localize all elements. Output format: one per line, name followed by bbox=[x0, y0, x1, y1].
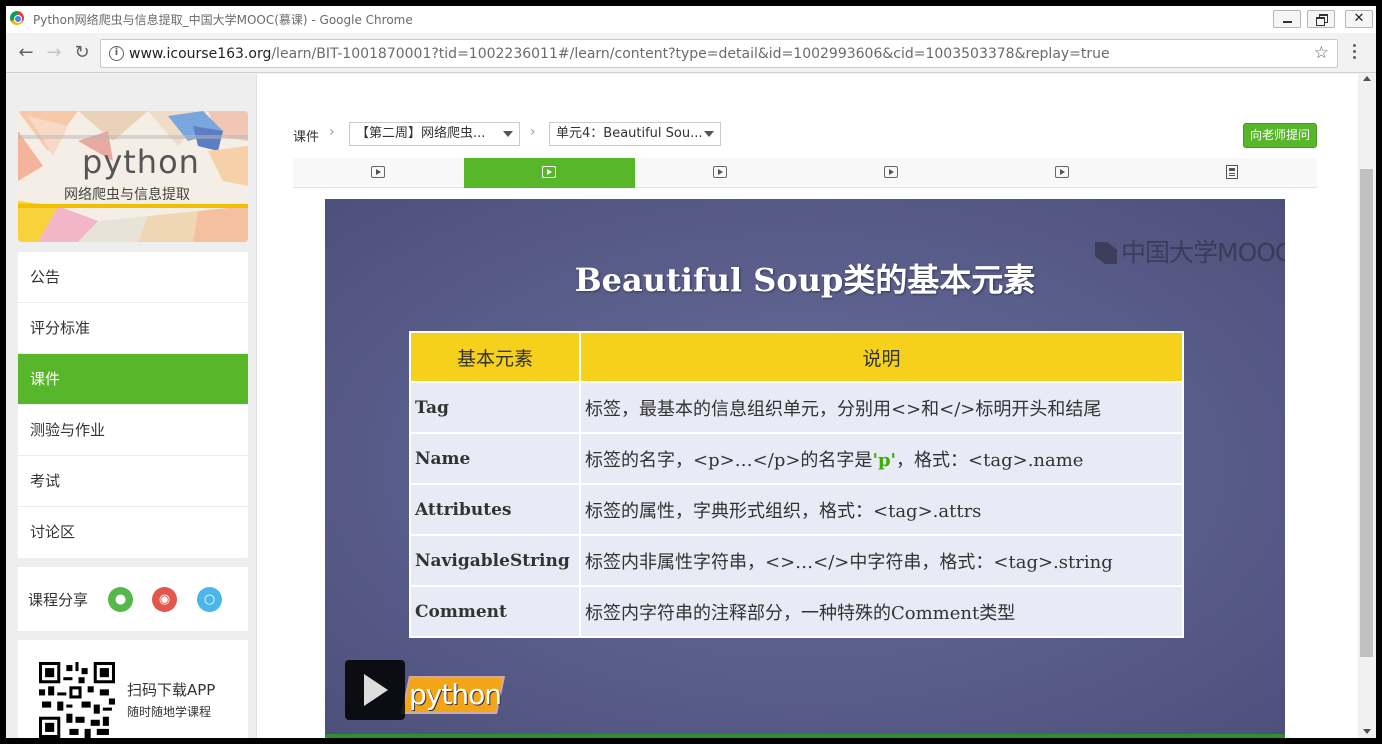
row-desc: 标签内字符串的注释部分，一种特殊的Comment类型 bbox=[579, 585, 1184, 638]
app-download-subtitle: 随时随地学课程 bbox=[127, 705, 212, 719]
app-download-title: 扫码下载APP bbox=[127, 681, 216, 699]
table-header-row: 基本元素 说明 bbox=[409, 331, 1184, 383]
table-header-key: 基本元素 bbox=[409, 331, 581, 383]
row-desc: 标签的属性，字典形式组织，格式：<tag>.attrs bbox=[579, 483, 1184, 536]
share-label: 课程分享 bbox=[28, 591, 89, 609]
wechat-icon[interactable]: ● bbox=[108, 587, 133, 612]
chrome-menu-icon[interactable] bbox=[1350, 44, 1358, 64]
page-scrollbar[interactable] bbox=[1358, 74, 1376, 738]
cover-subtitle: 网络爬虫与信息提取 bbox=[64, 187, 190, 203]
forward-button[interactable]: → bbox=[42, 41, 66, 65]
page-content: python 网络爬虫与信息提取 公告 评分标准 课件 测验与作业 考试 讨论区… bbox=[6, 74, 1358, 738]
video-icon bbox=[713, 166, 727, 178]
slide-title: Beautiful Soup类的基本元素 bbox=[574, 261, 1036, 299]
chevron-down-icon bbox=[704, 131, 714, 137]
table-header-desc: 说明 bbox=[579, 331, 1184, 383]
video-icon bbox=[1055, 166, 1069, 178]
tab-document[interactable] bbox=[1146, 158, 1317, 188]
scroll-up-icon[interactable] bbox=[1363, 76, 1371, 81]
url-host: www.icourse163.org bbox=[129, 46, 272, 62]
video-icon bbox=[371, 166, 385, 178]
app-download-panel: 扫码下载APP 随时随地学课程 bbox=[18, 640, 248, 738]
table-row: Name 标签的名字，<p>…</p>的名字是'p'，格式：<tag>.name bbox=[409, 432, 1184, 485]
breadcrumb-separator-icon: › bbox=[329, 124, 335, 140]
bookmark-star-icon[interactable]: ☆ bbox=[1314, 43, 1329, 63]
course-nav: 公告 评分标准 课件 测验与作业 考试 讨论区 bbox=[18, 252, 248, 558]
table-row: NavigableString 标签内非属性字符串，<>…</>中字符串，格式：… bbox=[409, 534, 1184, 587]
weibo-icon[interactable]: ◉ bbox=[152, 587, 177, 612]
play-icon[interactable] bbox=[345, 660, 405, 720]
course-sidebar: python 网络爬虫与信息提取 公告 评分标准 课件 测验与作业 考试 讨论区… bbox=[6, 74, 257, 738]
close-button[interactable]: ✕ bbox=[1345, 10, 1373, 28]
qr-code-icon[interactable] bbox=[39, 662, 115, 738]
minimize-button[interactable] bbox=[1273, 10, 1301, 28]
nav-item-discussion[interactable]: 讨论区 bbox=[18, 507, 248, 558]
python-logo: python bbox=[400, 676, 506, 714]
row-desc: 标签，最基本的信息组织单元，分别用<>和</>标明开头和结尾 bbox=[579, 381, 1184, 434]
nav-item-grading[interactable]: 评分标准 bbox=[18, 303, 248, 354]
restore-button[interactable] bbox=[1307, 10, 1335, 28]
reload-button[interactable]: ↻ bbox=[70, 41, 94, 65]
video-progress-bar[interactable] bbox=[325, 734, 1285, 738]
nav-item-courseware[interactable]: 课件 bbox=[18, 354, 248, 405]
tab-video-3[interactable] bbox=[635, 158, 806, 188]
address-bar[interactable]: i www.icourse163.org/learn/BIT-100187000… bbox=[100, 39, 1338, 68]
row-key: Tag bbox=[409, 381, 581, 434]
row-key: Comment bbox=[409, 585, 581, 638]
url-text[interactable]: www.icourse163.org/learn/BIT-1001870001?… bbox=[129, 46, 1110, 62]
week-select-value: 【第二周】网络爬虫... bbox=[356, 126, 486, 141]
row-key: NavigableString bbox=[409, 534, 581, 587]
slide-table: 基本元素 说明 Tag 标签，最基本的信息组织单元，分别用<>和</>标明开头和… bbox=[409, 331, 1184, 638]
scrollbar-thumb[interactable] bbox=[1360, 169, 1373, 657]
qq-icon[interactable]: ○ bbox=[197, 587, 222, 612]
week-select[interactable]: 【第二周】网络爬虫... bbox=[349, 122, 520, 146]
window-title: Python网络爬虫与信息提取_中国大学MOOC(慕课) - Google Ch… bbox=[33, 13, 413, 27]
tab-video-2[interactable] bbox=[464, 158, 635, 188]
back-button[interactable]: ← bbox=[14, 41, 38, 65]
url-path: /learn/BIT-1001870001?tid=1002236011#/le… bbox=[271, 46, 1110, 62]
browser-window: Python网络爬虫与信息提取_中国大学MOOC(慕课) - Google Ch… bbox=[6, 6, 1376, 738]
tab-video-4[interactable] bbox=[806, 158, 977, 188]
nav-item-quizzes[interactable]: 测验与作业 bbox=[18, 405, 248, 456]
breadcrumb-separator-icon: › bbox=[530, 124, 536, 140]
row-key: Name bbox=[409, 432, 581, 485]
nav-item-announcements[interactable]: 公告 bbox=[18, 252, 248, 303]
title-bar: Python网络爬虫与信息提取_中国大学MOOC(慕课) - Google Ch… bbox=[6, 6, 1376, 33]
scroll-down-icon[interactable] bbox=[1363, 729, 1371, 734]
video-icon bbox=[542, 166, 556, 178]
row-desc: 标签的名字，<p>…</p>的名字是'p'，格式：<tag>.name bbox=[579, 432, 1184, 485]
row-desc: 标签内非属性字符串，<>…</>中字符串，格式：<tag>.string bbox=[579, 534, 1184, 587]
lesson-tabs bbox=[293, 158, 1317, 188]
cover-title: python bbox=[82, 143, 200, 181]
close-icon: ✕ bbox=[1353, 11, 1365, 26]
highlight-text: 'p' bbox=[872, 449, 897, 471]
breadcrumb-courseware[interactable]: 课件 bbox=[293, 126, 319, 145]
unit-select-value: 单元4：Beautiful Sou... bbox=[556, 126, 703, 141]
chrome-icon bbox=[10, 11, 24, 25]
unit-select[interactable]: 单元4：Beautiful Sou... bbox=[549, 122, 721, 146]
share-panel: 课程分享 ● ◉ ○ bbox=[18, 567, 248, 631]
row-key: Attributes bbox=[409, 483, 581, 536]
table-row: Tag 标签，最基本的信息组织单元，分别用<>和</>标明开头和结尾 bbox=[409, 381, 1184, 434]
chevron-down-icon bbox=[503, 131, 513, 137]
table-row: Attributes 标签的属性，字典形式组织，格式：<tag>.attrs bbox=[409, 483, 1184, 536]
tab-video-5[interactable] bbox=[977, 158, 1148, 188]
ask-teacher-button[interactable]: 向老师提问 bbox=[1243, 123, 1317, 148]
nav-item-exam[interactable]: 考试 bbox=[18, 456, 248, 507]
info-icon[interactable]: i bbox=[109, 46, 124, 61]
course-cover-image[interactable]: python 网络爬虫与信息提取 bbox=[18, 111, 248, 242]
document-icon bbox=[1226, 165, 1238, 179]
video-player[interactable]: 中国大学MOOC Beautiful Soup类的基本元素 基本元素 说明 Ta… bbox=[325, 199, 1285, 738]
browser-toolbar: ← → ↻ i www.icourse163.org/learn/BIT-100… bbox=[6, 33, 1376, 73]
tab-video-1[interactable] bbox=[293, 158, 464, 188]
video-icon bbox=[884, 166, 898, 178]
table-row: Comment 标签内字符串的注释部分，一种特殊的Comment类型 bbox=[409, 585, 1184, 638]
